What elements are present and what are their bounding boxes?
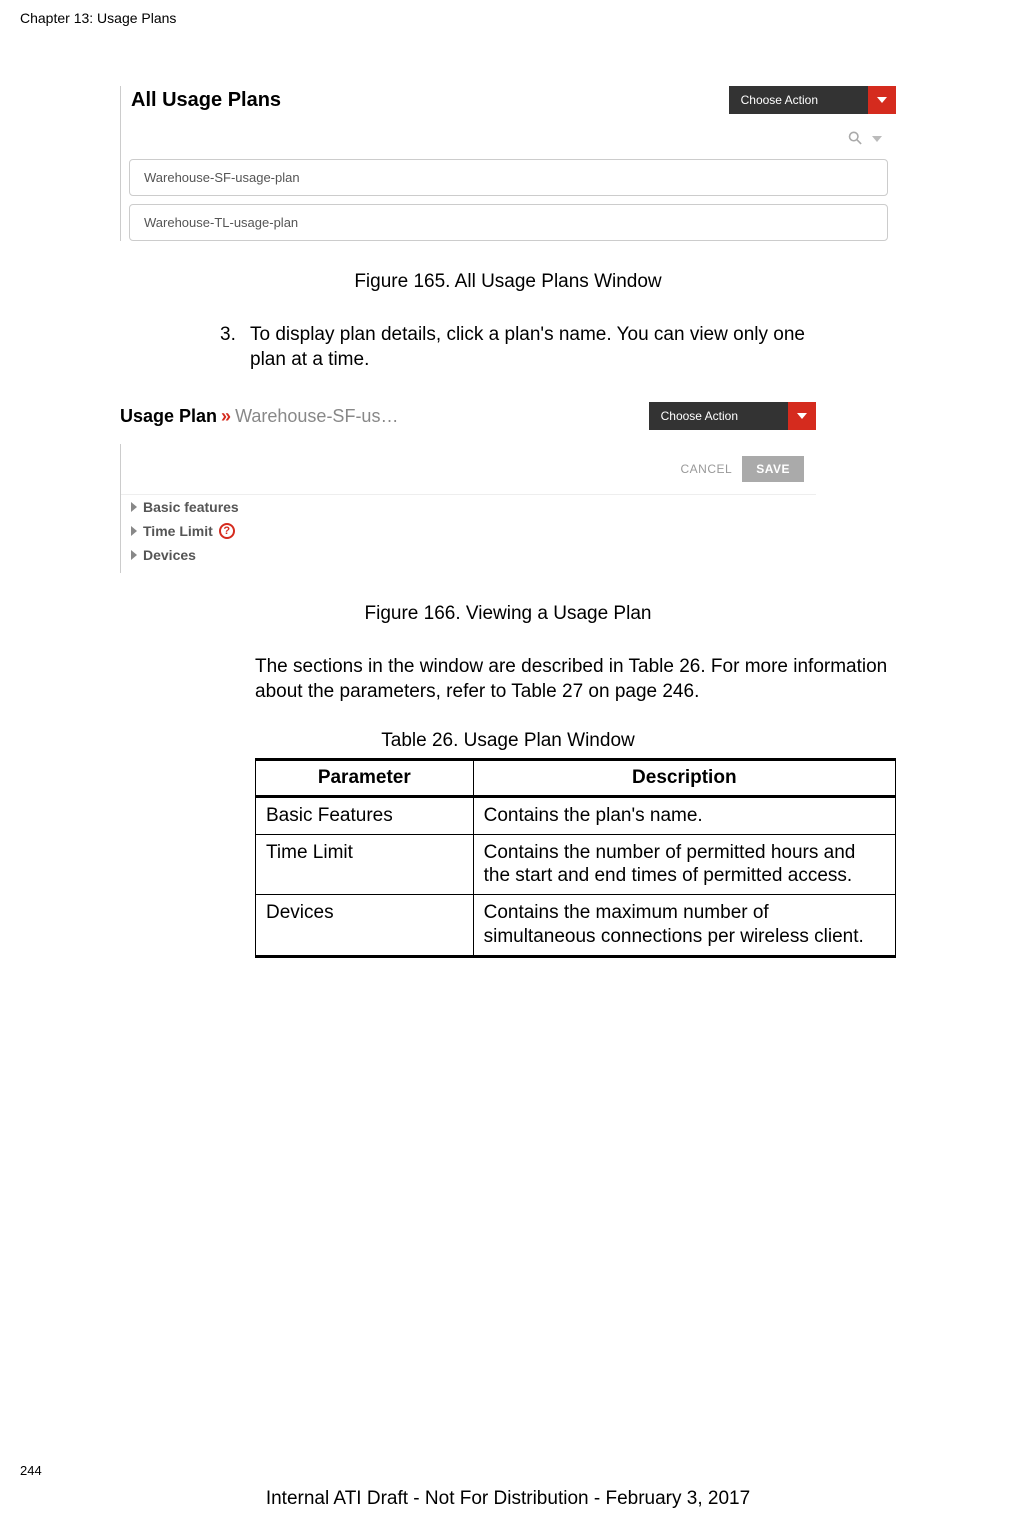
section-label: Devices (143, 547, 196, 563)
table-cell: Contains the plan's name. (473, 796, 895, 834)
chevron-down-icon (877, 97, 887, 103)
table-cell: Time Limit (256, 834, 474, 895)
search-icon: ⚲ (843, 126, 867, 150)
table-header-description: Description (473, 759, 895, 796)
cancel-button[interactable]: CANCEL (681, 462, 733, 476)
figure-all-usage-plans: All Usage Plans Choose Action ⚲ Warehous… (120, 86, 896, 241)
choose-action-label: Choose Action (729, 86, 868, 114)
chevron-right-icon: » (221, 406, 231, 427)
table-header-parameter: Parameter (256, 759, 474, 796)
breadcrumb: Usage Plan » Warehouse-SF-us… (120, 406, 398, 427)
section-time-limit[interactable]: Time Limit ? (121, 519, 816, 543)
figure-usage-plan-detail: CANCEL SAVE Basic features Time Limit ? … (120, 444, 816, 573)
figure-caption: Figure 166. Viewing a Usage Plan (20, 603, 996, 625)
chevron-down-icon (797, 413, 807, 419)
table-cell: Devices (256, 895, 474, 957)
section-label: Basic features (143, 499, 239, 515)
footer-text: Internal ATI Draft - Not For Distributio… (0, 1488, 1016, 1510)
plan-list-item[interactable]: Warehouse-TL-usage-plan (129, 204, 888, 241)
choose-action-button[interactable] (788, 402, 816, 430)
table-cell: Basic Features (256, 796, 474, 834)
section-label: Time Limit (143, 523, 213, 539)
plan-list-item[interactable]: Warehouse-SF-usage-plan (129, 159, 888, 196)
save-button[interactable]: SAVE (742, 456, 804, 482)
table-cell: Contains the number of permitted hours a… (473, 834, 895, 895)
breadcrumb-root[interactable]: Usage Plan (120, 406, 217, 427)
choose-action-dropdown[interactable]: Choose Action (729, 86, 896, 114)
expand-icon (131, 502, 137, 512)
chevron-down-icon (872, 136, 882, 142)
table-cell: Contains the maximum number of simultane… (473, 895, 895, 957)
body-paragraph: The sections in the window are described… (255, 655, 896, 704)
panel-title: All Usage Plans (131, 89, 281, 112)
breadcrumb-current: Warehouse-SF-us… (235, 406, 398, 427)
chapter-header: Chapter 13: Usage Plans (20, 10, 996, 26)
step-text: To display plan details, click a plan's … (250, 324, 805, 345)
expand-icon (131, 550, 137, 560)
figure-caption: Figure 165. All Usage Plans Window (20, 271, 996, 293)
step-3: 3.To display plan details, click a plan'… (220, 323, 896, 372)
choose-action-label: Choose Action (649, 402, 788, 430)
step-number: 3. (220, 323, 250, 348)
table-row: Basic Features Contains the plan's name. (256, 796, 896, 834)
table-row: Time Limit Contains the number of permit… (256, 834, 896, 895)
help-icon[interactable]: ? (219, 523, 235, 539)
choose-action-dropdown[interactable]: Choose Action (649, 402, 816, 430)
table-caption: Table 26. Usage Plan Window (20, 730, 996, 752)
table-row: Devices Contains the maximum number of s… (256, 895, 896, 957)
search-bar[interactable]: ⚲ (121, 124, 896, 155)
step-text-cont: plan at a time. (250, 348, 896, 373)
section-devices[interactable]: Devices (121, 543, 816, 573)
page-number: 244 (20, 1463, 42, 1478)
choose-action-button[interactable] (868, 86, 896, 114)
expand-icon (131, 526, 137, 536)
section-basic-features[interactable]: Basic features (121, 495, 816, 519)
usage-plan-table: Parameter Description Basic Features Con… (255, 758, 896, 958)
